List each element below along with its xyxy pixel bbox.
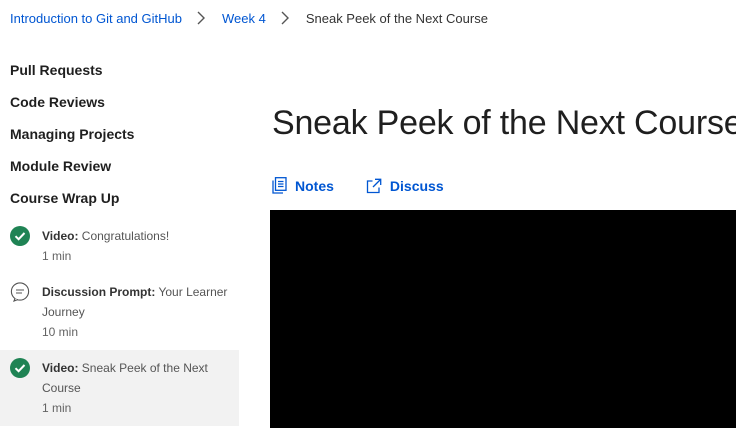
external-link-icon bbox=[366, 178, 382, 193]
sidebar-module-managing-projects[interactable]: Managing Projects bbox=[0, 118, 239, 150]
breadcrumb-week-link[interactable]: Week 4 bbox=[222, 11, 266, 26]
lesson-item-duration: 1 min bbox=[42, 401, 72, 415]
chevron-right-icon bbox=[196, 10, 210, 26]
lesson-item-text: Discussion Prompt: Your Learner Journey … bbox=[42, 282, 229, 342]
notes-button[interactable]: Notes bbox=[272, 177, 334, 194]
lesson-item-type: Video: bbox=[42, 229, 79, 243]
page-title: Sneak Peek of the Next Course bbox=[272, 104, 736, 142]
chat-bubble-icon bbox=[10, 282, 30, 302]
chevron-right-icon bbox=[280, 10, 294, 26]
sidebar: Pull Requests Code Reviews Managing Proj… bbox=[0, 54, 239, 426]
sidebar-module-pull-requests[interactable]: Pull Requests bbox=[0, 54, 239, 86]
lesson-actions: Notes Discuss bbox=[272, 177, 476, 194]
video-player[interactable] bbox=[270, 210, 736, 428]
lesson-item-text: Video: Congratulations! 1 min bbox=[42, 226, 169, 266]
breadcrumb-current: Sneak Peek of the Next Course bbox=[305, 10, 488, 26]
lesson-item-learner-journey[interactable]: Discussion Prompt: Your Learner Journey … bbox=[0, 274, 239, 350]
lesson-item-duration: 1 min bbox=[42, 249, 72, 263]
lesson-item-sneak-peek-active[interactable]: Video: Sneak Peek of the Next Course 1 m… bbox=[0, 350, 239, 426]
course-page: Introduction to Git and GitHub Week 4 Sn… bbox=[0, 0, 736, 428]
discuss-button-label: Discuss bbox=[389, 177, 444, 194]
lesson-item-text: Video: Sneak Peek of the Next Course 1 m… bbox=[42, 358, 229, 418]
discuss-button[interactable]: Discuss bbox=[366, 178, 444, 194]
sidebar-module-module-review[interactable]: Module Review bbox=[0, 150, 239, 182]
lesson-item-list: Video: Congratulations! 1 min Discussion… bbox=[0, 218, 239, 426]
check-circle-icon bbox=[10, 226, 30, 246]
breadcrumb-course-link[interactable]: Introduction to Git and GitHub bbox=[10, 11, 182, 26]
lesson-item-congratulations[interactable]: Video: Congratulations! 1 min bbox=[0, 218, 239, 274]
lesson-item-title: Congratulations! bbox=[81, 229, 170, 243]
sidebar-module-code-reviews[interactable]: Code Reviews bbox=[0, 86, 239, 118]
breadcrumb: Introduction to Git and GitHub Week 4 Sn… bbox=[10, 10, 488, 26]
sidebar-module-course-wrap-up[interactable]: Course Wrap Up bbox=[0, 182, 239, 214]
lesson-item-type: Video: bbox=[42, 361, 79, 375]
check-circle-icon bbox=[10, 358, 30, 378]
notes-button-label: Notes bbox=[295, 177, 334, 194]
lesson-item-type: Discussion Prompt: bbox=[42, 285, 156, 299]
lesson-item-duration: 10 min bbox=[42, 325, 79, 339]
notes-icon bbox=[272, 177, 287, 194]
